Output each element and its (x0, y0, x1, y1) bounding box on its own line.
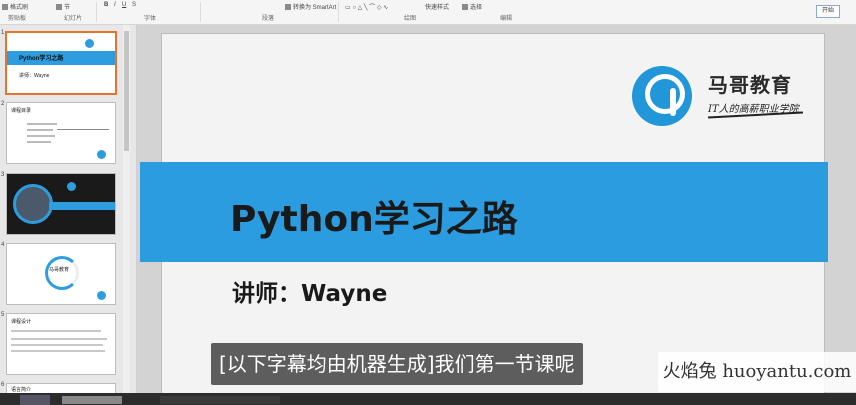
logo-icon (85, 39, 94, 48)
open-button[interactable]: 开始 (816, 5, 840, 18)
slide-editor[interactable]: 马哥教育 IT人的高薪职业学院 Python学习之路 讲师：Wayne (137, 25, 856, 405)
thumb-band (49, 202, 115, 210)
video-control-strip (0, 393, 856, 405)
thumb-title: 课程设计 (11, 319, 32, 325)
underline-button[interactable]: U (122, 2, 126, 8)
slide-thumbnail-4[interactable]: 马哥教育 (6, 243, 116, 305)
select-icon (462, 4, 468, 11)
thumb-number: 4 (1, 242, 5, 248)
smartart-icon (285, 4, 291, 11)
thumb-number: 5 (1, 312, 5, 318)
logo-icon (632, 66, 692, 126)
slide-thumbnail-2[interactable]: 课程目录 (6, 102, 116, 164)
brush-icon (2, 4, 8, 11)
slide-thumbnail-5[interactable]: 课程设计 (6, 313, 116, 375)
thumb-title: 课程目录 (11, 108, 32, 114)
ribbon-divider (338, 2, 339, 22)
thumbnail-scrollbar[interactable] (123, 25, 130, 393)
logo-icon (97, 291, 106, 300)
thumb-number: 1 (1, 30, 5, 36)
thumb-line (11, 350, 105, 352)
presenter-text[interactable]: 讲师：Wayne (232, 274, 387, 308)
thumbnail-pane[interactable]: 1 Python学习之路 讲师：Wayne 2 课程目录 3 4 马哥教育 5 … (0, 25, 137, 395)
smartart-button[interactable]: 转换为 SmartArt (285, 2, 336, 11)
thumb-line (27, 129, 53, 131)
section-button[interactable]: 节 (56, 2, 70, 11)
format-painter-label: 格式刷 (10, 5, 29, 11)
group-font: 字体 (144, 16, 157, 22)
thumb-subtitle: 讲师：Wayne (19, 73, 50, 79)
thumb-line (57, 129, 109, 130)
quick-styles-button[interactable]: 快速样式 (425, 2, 449, 11)
thumb-line (11, 330, 101, 332)
group-editing: 编辑 (500, 16, 513, 22)
quick-styles-label: 快速样式 (425, 5, 450, 11)
slide-title[interactable]: Python学习之路 (230, 190, 518, 242)
smartart-label: 转换为 SmartArt (293, 5, 337, 11)
thumb-title: 语言简介 (11, 387, 32, 393)
thumb-title: 马哥教育 (49, 267, 70, 273)
select-button[interactable]: 选择 (462, 2, 482, 11)
progress-track[interactable] (62, 396, 122, 404)
group-slides: 幻灯片 (64, 16, 83, 22)
section-icon (56, 4, 62, 11)
thumb-line (11, 344, 103, 346)
thumb-line (11, 338, 107, 340)
thumb-line (27, 123, 57, 125)
logo-icon (67, 182, 76, 191)
thumb-line (27, 135, 55, 137)
subtitle-caption: [以下字幕均由机器生成]我们第一节课呢 (211, 343, 583, 385)
watermark: 火焰兔 huoyantu.com (658, 352, 856, 392)
thumb-line (27, 141, 51, 143)
thumb-ring (45, 256, 79, 290)
progress-track-dark[interactable] (160, 396, 280, 404)
section-label: 节 (64, 5, 71, 11)
logo-name: 马哥教育 (708, 73, 792, 97)
group-drawing: 绘图 (404, 16, 417, 22)
group-clipboard: 剪贴板 (8, 16, 27, 22)
webcam-thumbnail (20, 395, 50, 405)
strikethrough-button[interactable]: S (132, 2, 136, 8)
ribbon-divider (200, 2, 201, 22)
thumb-number: 2 (1, 101, 5, 107)
thumb-number: 3 (1, 172, 5, 178)
select-label: 选择 (470, 5, 483, 11)
slide-thumbnail-1[interactable]: Python学习之路 讲师：Wayne (5, 31, 117, 95)
logo-ring (645, 74, 685, 114)
thumb-title: Python学习之路 (19, 56, 64, 62)
shapes-gallery[interactable]: ▭ ○ △ ╲ ⌒ ◇ ∿ (345, 2, 388, 11)
slide-thumbnail-3[interactable] (6, 173, 116, 235)
ribbon-divider (96, 2, 97, 22)
thumb-image (13, 184, 53, 224)
logo-stem (670, 88, 676, 116)
scrollbar-thumb[interactable] (124, 31, 129, 151)
italic-button[interactable]: I (114, 2, 116, 8)
ribbon: 格式刷 节 B I U S 转换为 SmartArt ▭ ○ △ ╲ ⌒ ◇ ∿… (0, 0, 856, 25)
thumb-number: 6 (1, 382, 5, 388)
format-painter-button[interactable]: 格式刷 (2, 2, 28, 11)
logo-icon (97, 150, 106, 159)
group-paragraph: 段落 (262, 16, 275, 22)
bold-button[interactable]: B (104, 2, 108, 8)
